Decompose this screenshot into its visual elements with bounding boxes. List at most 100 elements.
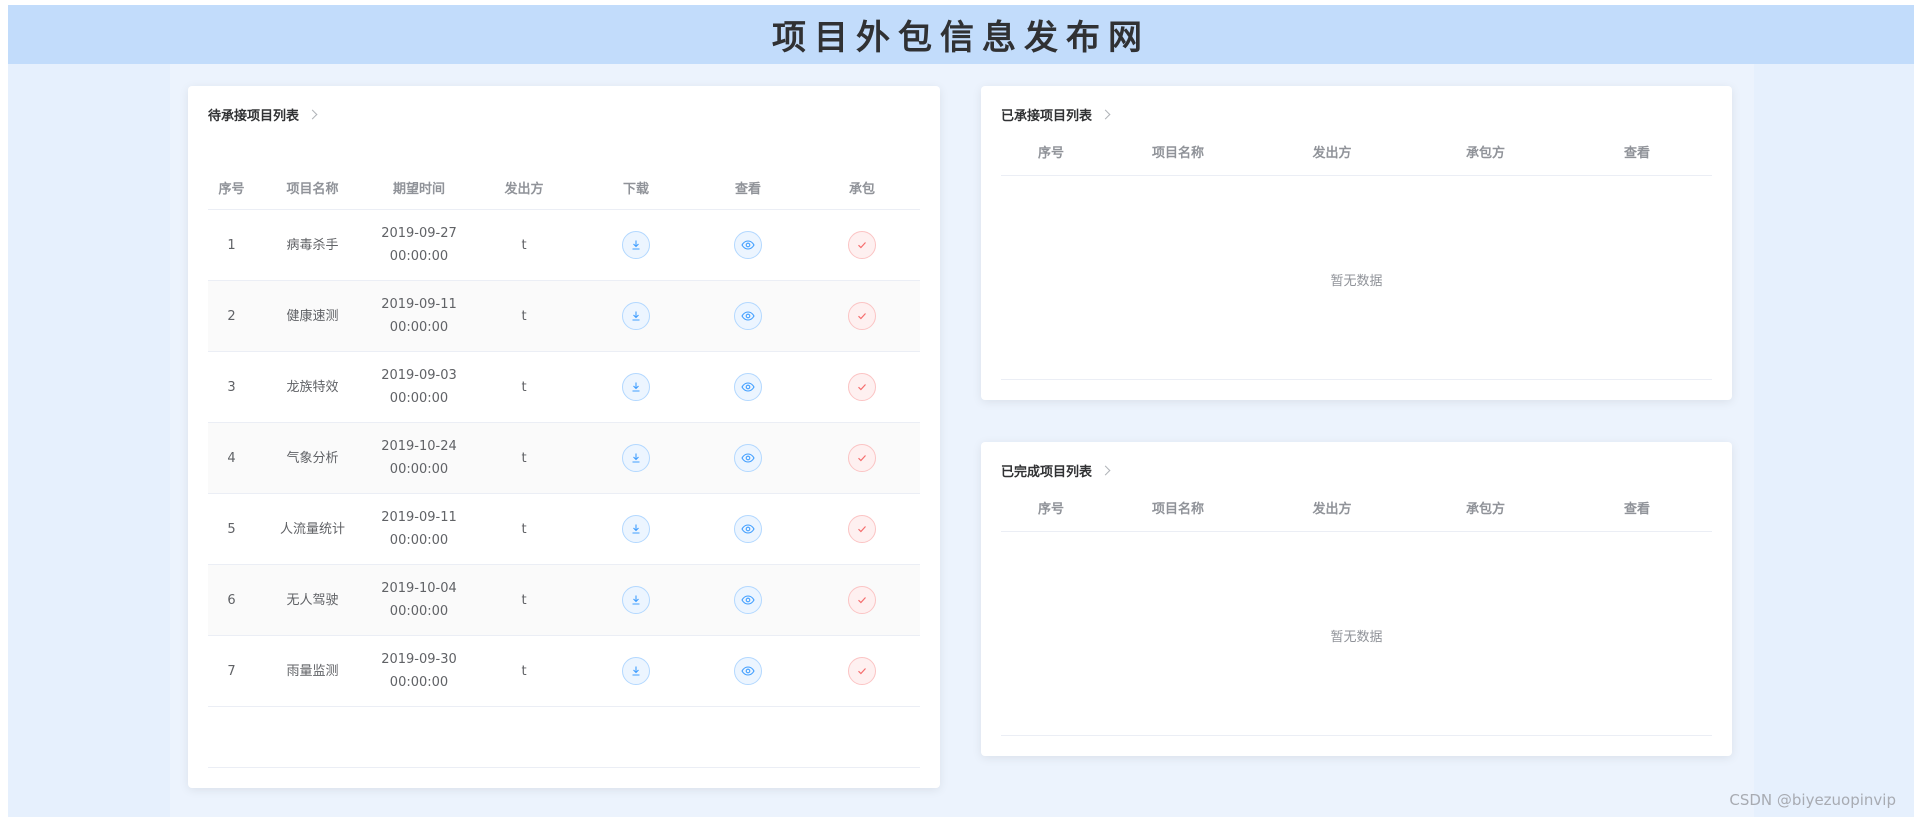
row-time: 00:00:00 — [389, 462, 449, 477]
table-row: 1 病毒杀手 2019-09-27 00:00:00 t — [208, 210, 920, 281]
row-download-cell — [580, 586, 692, 614]
col-header-contractor: 承包方 — [1465, 146, 1505, 161]
row-issuer: t — [521, 237, 527, 253]
accepted-projects-card: 已承接项目列表 序号 项目名称 发出方 承包方 查看 暂无数据 — [981, 86, 1732, 400]
eye-icon — [741, 594, 755, 606]
check-icon — [856, 452, 868, 464]
completed-card-header[interactable]: 已完成项目列表 — [1001, 460, 1111, 480]
row-time: 00:00:00 — [389, 249, 449, 264]
eye-icon — [741, 452, 755, 464]
row-issuer: t — [521, 663, 527, 679]
download-button[interactable] — [622, 657, 650, 685]
download-button[interactable] — [622, 302, 650, 330]
take-project-button[interactable] — [848, 657, 876, 685]
chevron-right-icon[interactable] — [1100, 109, 1111, 119]
col-header-time: 期望时间 — [392, 182, 445, 197]
download-icon — [630, 381, 642, 393]
row-date: 2019-09-11 — [381, 297, 457, 312]
row-project-name: 人流量统计 — [279, 521, 345, 537]
download-icon — [630, 594, 642, 606]
row-time: 00:00:00 — [389, 533, 449, 548]
download-button[interactable] — [622, 231, 650, 259]
download-button[interactable] — [622, 586, 650, 614]
row-seq: 5 — [227, 521, 236, 537]
row-date: 2019-10-24 — [381, 439, 457, 454]
table-row: 5 人流量统计 2019-09-11 00:00:00 t — [208, 494, 920, 565]
view-button[interactable] — [734, 373, 762, 401]
pending-table-body: 1 病毒杀手 2019-09-27 00:00:00 t 2 健康速测 2019-09-11 0… — [208, 210, 920, 707]
table-row: 2 健康速测 2019-09-11 00:00:00 t — [208, 281, 920, 352]
col-header-name: 项目名称 — [1151, 146, 1204, 161]
col-header-take: 承包 — [848, 182, 875, 197]
take-project-button[interactable] — [848, 444, 876, 472]
take-project-button[interactable] — [848, 302, 876, 330]
site-title: 项目外包信息发布网 — [772, 18, 1150, 58]
pending-card-header[interactable]: 待承接项目列表 — [208, 104, 318, 124]
row-seq: 4 — [227, 450, 236, 466]
row-view-cell — [692, 302, 804, 330]
row-view-cell — [692, 373, 804, 401]
row-expected-time: 2019-10-04 00:00:00 — [370, 577, 468, 623]
row-expected-time: 2019-09-30 00:00:00 — [370, 648, 468, 694]
col-header-view: 查看 — [1623, 502, 1650, 517]
row-time: 00:00:00 — [389, 604, 449, 619]
download-button[interactable] — [622, 373, 650, 401]
table-bottom-border — [1001, 735, 1712, 736]
view-button[interactable] — [734, 302, 762, 330]
row-take-cell — [804, 373, 920, 401]
row-download-cell — [580, 515, 692, 543]
row-issuer: t — [521, 521, 527, 537]
accepted-card-header[interactable]: 已承接项目列表 — [1001, 104, 1111, 124]
take-project-button[interactable] — [848, 373, 876, 401]
row-date: 2019-09-27 — [381, 226, 457, 241]
col-header-contractor: 承包方 — [1465, 502, 1505, 517]
completed-projects-card: 已完成项目列表 序号 项目名称 发出方 承包方 查看 暂无数据 — [981, 442, 1732, 756]
view-button[interactable] — [734, 515, 762, 543]
row-seq: 2 — [227, 308, 236, 324]
completed-empty-text: 暂无数据 — [1330, 630, 1383, 645]
check-icon — [856, 381, 868, 393]
download-icon — [630, 665, 642, 677]
row-seq: 1 — [227, 237, 236, 253]
row-download-cell — [580, 231, 692, 259]
row-take-cell — [804, 231, 920, 259]
row-issuer: t — [521, 308, 527, 324]
eye-icon — [741, 665, 755, 677]
take-project-button[interactable] — [848, 586, 876, 614]
table-bottom-border — [1001, 379, 1712, 380]
view-button[interactable] — [734, 444, 762, 472]
row-seq: 6 — [227, 592, 236, 608]
row-project-name: 龙族特效 — [286, 379, 339, 395]
row-project-name: 雨量监测 — [286, 663, 339, 679]
col-header-seq: 序号 — [1037, 502, 1064, 517]
row-take-cell — [804, 444, 920, 472]
chevron-right-icon[interactable] — [307, 109, 318, 119]
row-download-cell — [580, 373, 692, 401]
eye-icon — [741, 381, 755, 393]
completed-card-title: 已完成项目列表 — [1001, 464, 1093, 480]
table-row: 6 无人驾驶 2019-10-04 00:00:00 t — [208, 565, 920, 636]
download-icon — [630, 310, 642, 322]
accepted-table: 序号 项目名称 发出方 承包方 查看 — [1001, 128, 1712, 176]
table-row: 4 气象分析 2019-10-24 00:00:00 t — [208, 423, 920, 494]
take-project-button[interactable] — [848, 231, 876, 259]
view-button[interactable] — [734, 231, 762, 259]
col-header-download: 下载 — [622, 182, 649, 197]
view-button[interactable] — [734, 657, 762, 685]
row-date: 2019-10-04 — [381, 581, 457, 596]
view-button[interactable] — [734, 586, 762, 614]
row-date: 2019-09-30 — [381, 652, 457, 667]
row-view-cell — [692, 515, 804, 543]
download-button[interactable] — [622, 515, 650, 543]
row-take-cell — [804, 586, 920, 614]
row-project-name: 病毒杀手 — [286, 237, 339, 253]
take-project-button[interactable] — [848, 515, 876, 543]
download-icon — [630, 452, 642, 464]
eye-icon — [741, 523, 755, 535]
col-header-seq: 序号 — [218, 182, 245, 197]
chevron-right-icon[interactable] — [1100, 465, 1111, 475]
col-header-from: 发出方 — [504, 182, 544, 197]
row-view-cell — [692, 657, 804, 685]
download-button[interactable] — [622, 444, 650, 472]
eye-icon — [741, 310, 755, 322]
